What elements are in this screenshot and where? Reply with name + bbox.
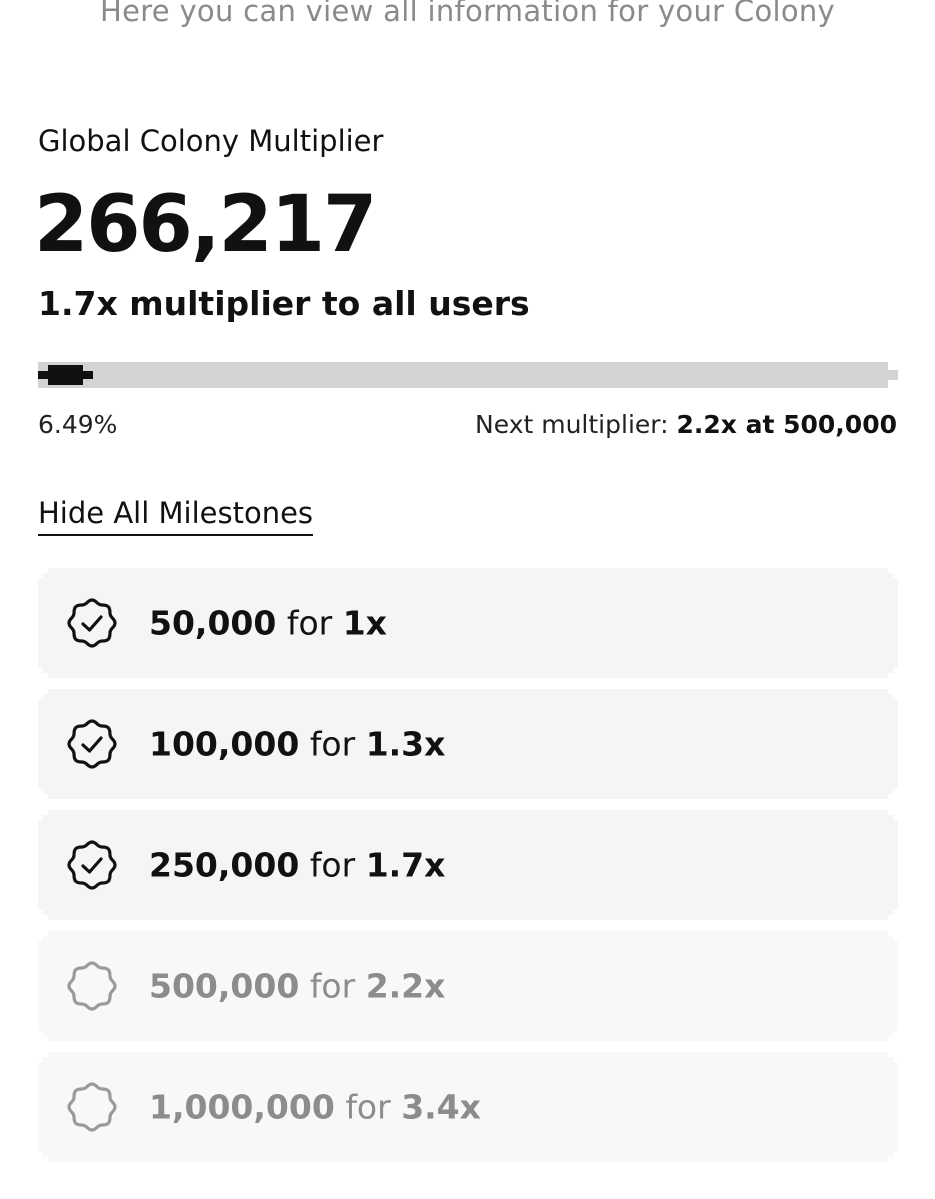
milestone-for: for bbox=[286, 603, 333, 643]
milestone-item: 500,000 for 2.2x bbox=[38, 931, 898, 1041]
milestone-multiplier: 2.2x bbox=[365, 966, 446, 1006]
milestone-item: 250,000 for 1.7x bbox=[38, 810, 898, 920]
hide-milestones-link[interactable]: Hide All Milestones bbox=[38, 496, 314, 536]
check-badge-icon bbox=[66, 597, 118, 649]
next-multiplier-value: 2.2x at 500,000 bbox=[676, 410, 897, 439]
milestone-for: for bbox=[309, 845, 356, 885]
milestone-for: for bbox=[309, 966, 356, 1006]
milestone-multiplier: 1.3x bbox=[365, 724, 446, 764]
milestone-multiplier: 1.7x bbox=[365, 845, 446, 885]
milestone-amount: 50,000 bbox=[149, 603, 277, 643]
progress-fill bbox=[37, 365, 94, 385]
milestone-amount: 100,000 bbox=[149, 724, 300, 764]
page-subtitle: Here you can view all information for yo… bbox=[99, 0, 836, 28]
progress-bar bbox=[37, 362, 898, 388]
next-multiplier-info: Next multiplier: 2.2x at 500,000 bbox=[475, 410, 897, 439]
milestone-item: 1,000,000 for 3.4x bbox=[38, 1052, 898, 1162]
milestone-for: for bbox=[309, 724, 356, 764]
milestone-amount: 500,000 bbox=[149, 966, 300, 1006]
milestone-amount: 250,000 bbox=[149, 845, 300, 885]
global-multiplier-label: Global Colony Multiplier bbox=[38, 124, 384, 158]
next-multiplier-label: Next multiplier: bbox=[475, 410, 669, 439]
milestone-text: 500,000 for 2.2x bbox=[149, 967, 445, 1006]
current-multiplier-text: 1.7x multiplier to all users bbox=[38, 284, 530, 323]
empty-badge-icon bbox=[66, 960, 118, 1012]
milestone-text: 50,000 for 1x bbox=[149, 604, 387, 643]
milestone-text: 100,000 for 1.3x bbox=[149, 725, 445, 764]
check-badge-icon bbox=[66, 839, 118, 891]
global-multiplier-total: 266,217 bbox=[34, 180, 377, 270]
empty-badge-icon bbox=[66, 1081, 118, 1133]
milestone-item: 50,000 for 1x bbox=[38, 568, 898, 678]
progress-track bbox=[38, 362, 898, 388]
check-badge-icon bbox=[66, 718, 118, 770]
milestone-item: 100,000 for 1.3x bbox=[38, 689, 898, 799]
progress-percent: 6.49% bbox=[38, 410, 118, 439]
milestone-multiplier: 3.4x bbox=[401, 1087, 481, 1127]
milestones-list: 50,000 for 1x 100,000 for 1.3x 250,000 f… bbox=[38, 568, 898, 1173]
milestone-for: for bbox=[345, 1087, 391, 1127]
milestone-multiplier: 1x bbox=[342, 603, 387, 643]
milestone-text: 250,000 for 1.7x bbox=[149, 846, 445, 885]
milestone-amount: 1,000,000 bbox=[149, 1087, 335, 1127]
milestone-text: 1,000,000 for 3.4x bbox=[149, 1088, 481, 1127]
